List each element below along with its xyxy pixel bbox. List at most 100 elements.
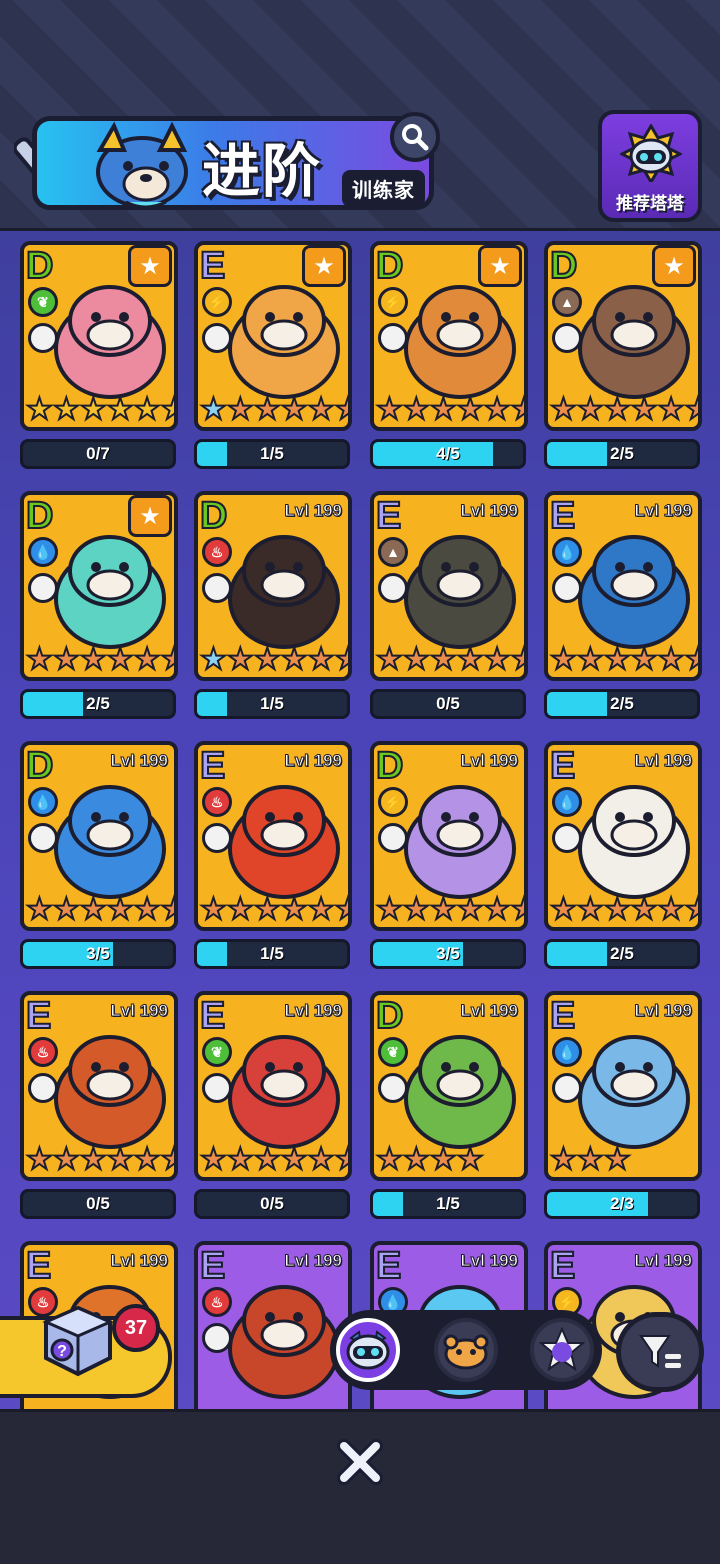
star-icon: ★ — [576, 893, 605, 926]
star-icon: ★ — [657, 393, 686, 426]
filter-star-button[interactable] — [530, 1318, 594, 1382]
star-icon: ★ — [549, 393, 578, 426]
recommend-button[interactable]: 推荐塔塔 — [598, 110, 702, 222]
star-icon: ★ — [280, 893, 309, 926]
star-icon: ★ — [334, 394, 348, 426]
pet-card[interactable]: E⚡★★★★★★★ — [194, 241, 352, 431]
pet-card[interactable]: E❦Lvl 199★★★★★★ — [194, 991, 352, 1181]
shard-progress-bar: 2/5 — [20, 689, 176, 719]
star-icon: ★ — [253, 393, 282, 426]
pet-level: Lvl 199 — [110, 1001, 169, 1021]
water-element-icon: 💧 — [28, 537, 58, 567]
pet-card[interactable]: E💧Lvl 199★★★★★★ — [544, 491, 702, 681]
electric-element-icon: ⚡ — [202, 287, 232, 317]
progress-text: 2/5 — [610, 944, 634, 963]
star-icon: ★ — [510, 394, 524, 426]
progress-text: 1/5 — [260, 694, 284, 713]
role-icon — [378, 1073, 408, 1103]
sort-filter-button[interactable] — [616, 1312, 704, 1392]
water-element-icon: 💧 — [28, 787, 58, 817]
shard-progress-bar: 1/5 — [194, 689, 350, 719]
pet-card[interactable]: E 💧 Lvl 199 ★ ★ ★ — [544, 991, 702, 1181]
shard-progress-bar: 3/5 — [20, 939, 176, 969]
pet-grid: D❦★★★★★★★0/7E⚡★★★★★★★1/5D⚡★★★★★★★4/5D▲★★… — [0, 231, 720, 1409]
shard-progress-bar: 1/5 — [194, 439, 350, 469]
rarity-grade: E — [25, 1245, 52, 1288]
progress-text: 1/5 — [260, 944, 284, 963]
role-icon — [202, 573, 232, 603]
star-icon: ★ — [483, 893, 512, 926]
pet-card[interactable]: D💧★★★★★★★ — [20, 491, 178, 681]
star-icon: ★ — [657, 643, 686, 676]
rarity-grade: D — [25, 495, 54, 538]
pet-card[interactable]: D❦★★★★★★★ — [20, 241, 178, 431]
star-icon: ★ — [253, 643, 282, 676]
star-icon: ★ — [483, 643, 512, 676]
role-icon — [552, 823, 582, 853]
role-icon — [552, 323, 582, 353]
role-icon — [378, 323, 408, 353]
pet-card[interactable]: E ♨ Lvl 199 — [194, 1241, 352, 1409]
star-icon: ★ — [133, 893, 162, 926]
pet-card[interactable]: E▲Lvl 199★★★★★★ — [370, 491, 528, 681]
pet-card[interactable]: D▲★★★★★★★ — [544, 241, 702, 431]
role-icon — [28, 1073, 58, 1103]
earth-element-icon: ▲ — [552, 287, 582, 317]
role-icon — [378, 823, 408, 853]
pet-card[interactable]: D⚡★★★★★★★ — [370, 241, 528, 431]
favorite-star-icon[interactable]: ★ — [128, 245, 172, 287]
shard-progress-bar: 0/5 — [370, 689, 526, 719]
star-icon: ★ — [630, 643, 659, 676]
star-icon: ★ — [307, 1143, 336, 1176]
close-button[interactable] — [334, 1436, 386, 1488]
star-rating: ★★★★★★ — [199, 393, 348, 426]
star-icon: ★ — [160, 644, 174, 676]
star-icon: ★ — [603, 1143, 632, 1176]
favorite-star-icon[interactable]: ★ — [302, 245, 346, 287]
pet-card[interactable]: D⚡Lvl 199★★★★★★ — [370, 741, 528, 931]
pet-card[interactable]: D♨Lvl 199★★★★★★ — [194, 491, 352, 681]
star-icon: ★ — [603, 643, 632, 676]
progress-text: 1/5 — [436, 1194, 460, 1213]
rarity-grade: D — [375, 745, 404, 788]
favorite-star-icon[interactable]: ★ — [128, 495, 172, 537]
search-button[interactable] — [390, 112, 440, 162]
star-rating: ★★★★★★ — [549, 893, 698, 926]
star-icon: ★ — [106, 893, 135, 926]
star-icon: ★ — [603, 393, 632, 426]
star-icon: ★ — [52, 893, 81, 926]
star-icon: ★ — [603, 893, 632, 926]
favorite-star-icon[interactable]: ★ — [652, 245, 696, 287]
pet-card[interactable]: E♨Lvl 199★★★★★★ — [194, 741, 352, 931]
favorite-star-icon[interactable]: ★ — [478, 245, 522, 287]
grass-element-icon: ❦ — [202, 1037, 232, 1067]
shard-progress-bar: 0/7 — [20, 439, 176, 469]
svg-text:?: ? — [57, 1343, 67, 1360]
rarity-grade: D — [25, 745, 54, 788]
role-icon — [202, 823, 232, 853]
pet-card[interactable]: D💧Lvl 199★★★★★★ — [20, 741, 178, 931]
pet-card[interactable]: E💧Lvl 199★★★★★★ — [544, 741, 702, 931]
filter-robot-button[interactable] — [336, 1318, 400, 1382]
shard-progress-bar: 0/5 — [20, 1189, 176, 1219]
star-icon: ★ — [576, 393, 605, 426]
star-rating: ★★★★★★ — [199, 893, 348, 926]
page-title: 进阶 — [202, 139, 323, 204]
star-icon: ★ — [160, 394, 174, 426]
star-icon: ★ — [79, 393, 108, 426]
pet-card[interactable]: D ❦ Lvl 199 ★ ★ ★ ★ — [370, 991, 528, 1181]
pet-level: Lvl 199 — [110, 1251, 169, 1271]
pet-level: Lvl 199 — [634, 1001, 693, 1021]
electric-element-icon: ⚡ — [378, 787, 408, 817]
star-icon: ★ — [133, 1143, 162, 1176]
robot-icon — [346, 1330, 390, 1370]
pet-level: Lvl 199 — [460, 1251, 519, 1271]
top-header: 进阶 训练家 推荐塔塔 — [0, 0, 720, 231]
star-icon: ★ — [199, 1143, 228, 1176]
shard-progress-bar: 3/5 — [370, 939, 526, 969]
pet-level: Lvl 199 — [460, 751, 519, 771]
filter-hamster-button[interactable] — [434, 1318, 498, 1382]
pet-card[interactable]: E♨Lvl 199★★★★★★ — [20, 991, 178, 1181]
star-icon: ★ — [226, 393, 255, 426]
mystery-box-button[interactable]: ? 37 — [0, 1304, 172, 1398]
